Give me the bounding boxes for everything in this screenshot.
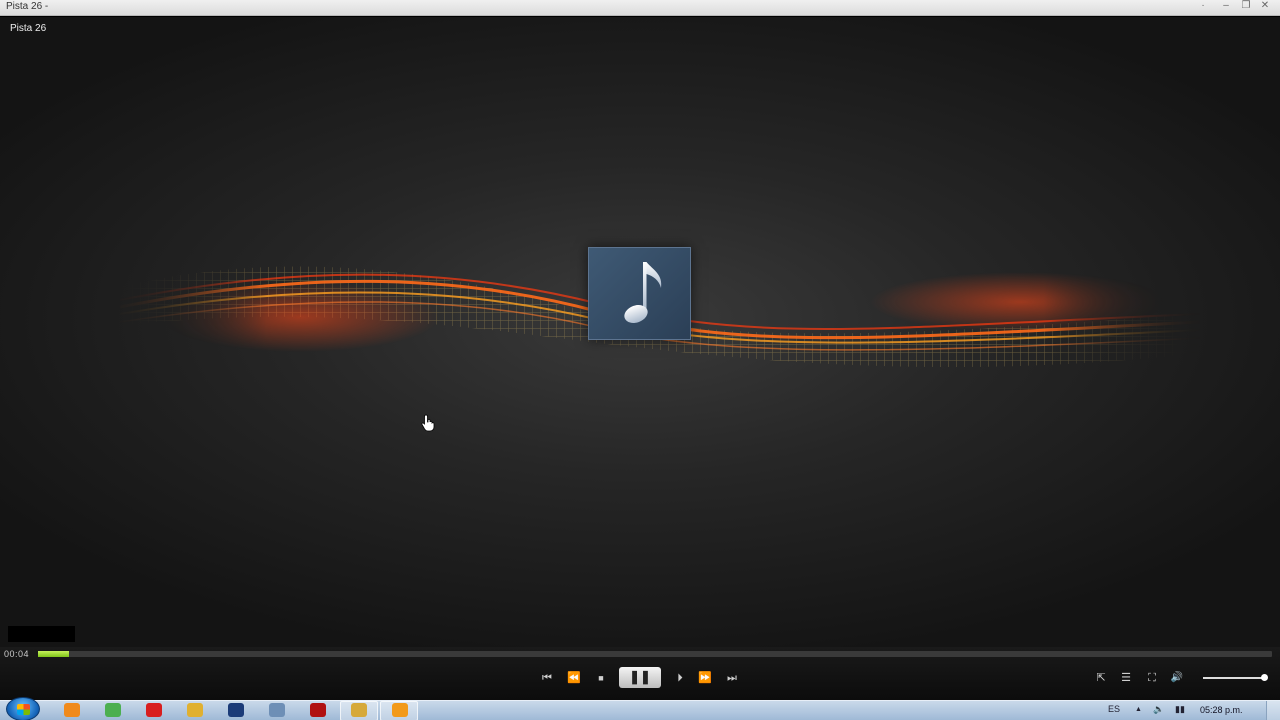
switch-to-library-button[interactable]: ⇱ bbox=[1092, 669, 1110, 687]
r-app-icon[interactable] bbox=[187, 703, 203, 717]
seek-bar[interactable] bbox=[38, 651, 1272, 657]
window-title: Pista 26 - bbox=[6, 1, 49, 12]
language-indicator[interactable]: ES bbox=[1108, 704, 1120, 714]
speaker-tray-icon[interactable]: 🔈 bbox=[1153, 704, 1164, 715]
music-note-icon bbox=[624, 262, 662, 323]
visualization-area[interactable]: Pista 26 bbox=[0, 17, 1280, 647]
close-button[interactable]: ✕ bbox=[1256, 0, 1274, 14]
taskbar: ES ▲ 🔈 ▮▮ 05:28 p.m. bbox=[0, 697, 1280, 720]
explorer-app-icon[interactable] bbox=[269, 703, 285, 717]
next-track-button[interactable]: ⏭ bbox=[722, 669, 742, 687]
stop-button[interactable]: ■ bbox=[594, 669, 608, 687]
previous-track-button[interactable]: ⏮ bbox=[537, 669, 557, 687]
window-menu-dot[interactable]: · bbox=[1194, 0, 1212, 14]
rewind-button[interactable]: ⏪ bbox=[564, 669, 584, 687]
volume-icon[interactable]: 🔊 bbox=[1168, 669, 1186, 687]
album-art bbox=[588, 247, 691, 340]
folder-app-icon[interactable] bbox=[351, 703, 367, 717]
playback-controls: 00:04 ⏮ ⏪ ■ ❚❚ ⏵ ⏩ ⏭ ⇱ ☰ ⛶ 🔊 bbox=[0, 647, 1280, 700]
playlist-button[interactable]: ☰ bbox=[1117, 669, 1135, 687]
clock[interactable]: 05:28 p.m. bbox=[1200, 705, 1243, 715]
seek-progress bbox=[38, 651, 69, 657]
windows-logo-icon bbox=[17, 704, 30, 715]
pause-button[interactable]: ❚❚ bbox=[619, 667, 661, 688]
photoshop-app-icon[interactable] bbox=[228, 703, 244, 717]
network-tray-icon[interactable]: ▮▮ bbox=[1175, 704, 1185, 715]
record-app-icon[interactable] bbox=[310, 703, 326, 717]
minimize-button[interactable]: – bbox=[1217, 0, 1235, 14]
fast-forward-button[interactable]: ⏩ bbox=[695, 669, 715, 687]
chrome-app-icon[interactable] bbox=[105, 703, 121, 717]
next-frame-button[interactable]: ⏵ bbox=[671, 669, 689, 687]
hand-cursor-icon bbox=[421, 414, 435, 432]
wmp-app-icon[interactable] bbox=[392, 703, 408, 717]
volume-level bbox=[1203, 677, 1264, 679]
opera-app-icon[interactable] bbox=[146, 703, 162, 717]
restore-button[interactable]: ❐ bbox=[1237, 0, 1255, 14]
volume-knob[interactable] bbox=[1261, 674, 1268, 681]
track-title: Pista 26 bbox=[10, 23, 47, 34]
elapsed-time: 00:04 bbox=[4, 649, 30, 659]
volume-slider[interactable] bbox=[1203, 674, 1268, 681]
title-bar: Pista 26 - · – ❐ ✕ bbox=[0, 0, 1280, 16]
fullscreen-button[interactable]: ⛶ bbox=[1143, 669, 1161, 687]
media-player-app-icon[interactable] bbox=[64, 703, 80, 717]
tray-expand-icon[interactable]: ▲ bbox=[1135, 706, 1142, 713]
caption-box bbox=[8, 626, 75, 642]
show-desktop-button[interactable] bbox=[1266, 701, 1280, 720]
start-button[interactable] bbox=[6, 697, 40, 720]
